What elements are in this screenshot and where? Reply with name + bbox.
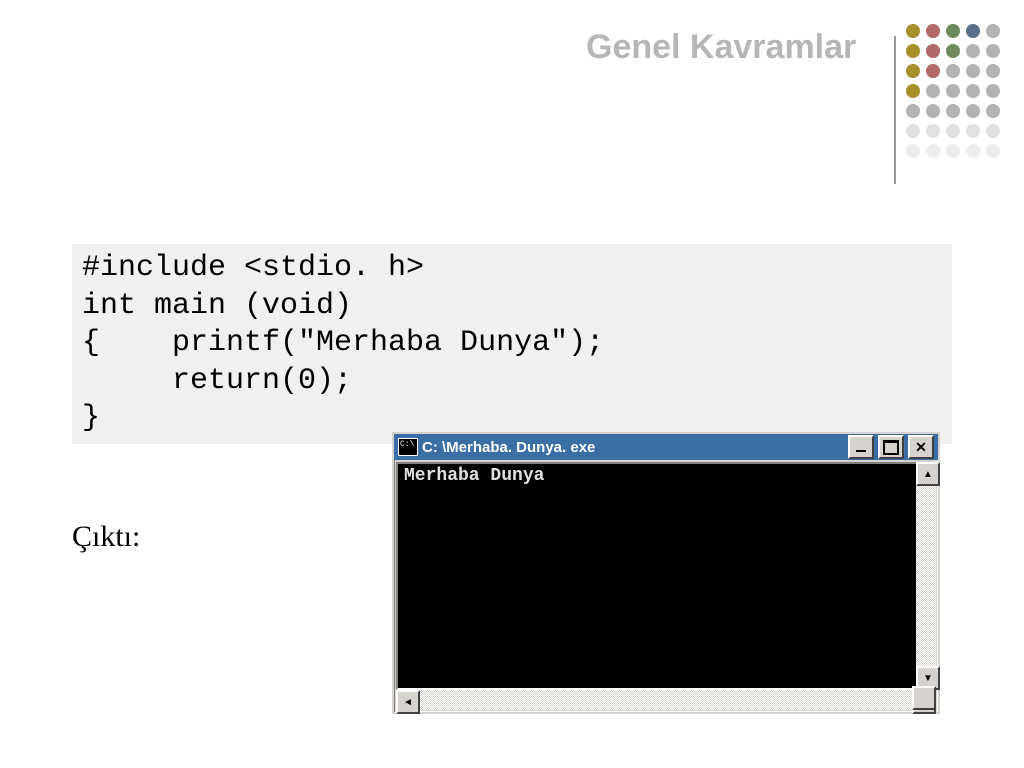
decor-dot xyxy=(906,64,920,78)
decor-dot xyxy=(986,24,1000,38)
scroll-track[interactable] xyxy=(916,486,936,666)
decor-dot xyxy=(986,44,1000,58)
scroll-up-button[interactable]: ▲ xyxy=(916,462,940,486)
resize-grip[interactable] xyxy=(912,686,936,710)
decor-dot xyxy=(966,24,980,38)
decor-dot xyxy=(926,144,940,158)
decor-dot xyxy=(946,84,960,98)
code-line: int main (void) xyxy=(82,289,352,323)
decor-dot xyxy=(906,144,920,158)
decor-dot xyxy=(926,84,940,98)
console-window: C: \Merhaba. Dunya. exe ✕ Merhaba Dunya … xyxy=(392,432,940,714)
minimize-icon xyxy=(856,450,866,452)
console-body[interactable]: Merhaba Dunya xyxy=(396,462,936,690)
decor-dot xyxy=(986,64,1000,78)
decor-dot-grid xyxy=(906,24,1004,162)
decor-dot xyxy=(966,104,980,118)
decor-dot xyxy=(986,104,1000,118)
decor-dot xyxy=(906,104,920,118)
decor-dot xyxy=(986,124,1000,138)
minimize-button[interactable] xyxy=(848,435,874,459)
close-icon: ✕ xyxy=(915,441,927,453)
decor-dot xyxy=(946,124,960,138)
maximize-icon xyxy=(883,440,899,455)
decor-dot xyxy=(986,144,1000,158)
scroll-track[interactable] xyxy=(420,690,912,710)
decor-dot xyxy=(926,64,940,78)
decor-dot xyxy=(966,84,980,98)
decor-dot xyxy=(946,24,960,38)
maximize-button[interactable] xyxy=(878,435,904,459)
code-line: { printf("Merhaba Dunya"); xyxy=(82,326,604,360)
decor-dot xyxy=(966,44,980,58)
output-label: Çıktı: xyxy=(72,520,140,554)
decor-dot xyxy=(906,84,920,98)
console-output-text: Merhaba Dunya xyxy=(398,464,934,488)
code-line: } xyxy=(82,401,100,435)
console-titlebar[interactable]: C: \Merhaba. Dunya. exe ✕ xyxy=(394,434,938,460)
decor-dot xyxy=(926,124,940,138)
horizontal-scrollbar[interactable]: ◄ ► xyxy=(396,690,936,710)
slide-title: Genel Kavramlar xyxy=(586,28,856,67)
decor-dot xyxy=(966,64,980,78)
code-line: return(0); xyxy=(82,364,352,398)
decor-dot xyxy=(906,124,920,138)
decor-dot xyxy=(926,44,940,58)
code-line: #include <stdio. h> xyxy=(82,251,424,285)
decor-dot xyxy=(966,124,980,138)
console-title: C: \Merhaba. Dunya. exe xyxy=(422,439,844,456)
close-button[interactable]: ✕ xyxy=(908,435,934,459)
decor-dot xyxy=(906,24,920,38)
decor-dot xyxy=(926,104,940,118)
scroll-left-button[interactable]: ◄ xyxy=(396,690,420,714)
decor-dot xyxy=(946,64,960,78)
decor-dot xyxy=(946,44,960,58)
vertical-scrollbar[interactable]: ▲ ▼ xyxy=(916,462,936,690)
decor-dot xyxy=(946,104,960,118)
decor-dot xyxy=(986,84,1000,98)
cmd-icon xyxy=(398,438,418,456)
decor-dot xyxy=(946,144,960,158)
code-block: #include <stdio. h> int main (void) { pr… xyxy=(72,244,952,444)
decor-vertical-line xyxy=(894,36,896,184)
decor-dot xyxy=(966,144,980,158)
decor-dot xyxy=(906,44,920,58)
decor-dot xyxy=(926,24,940,38)
